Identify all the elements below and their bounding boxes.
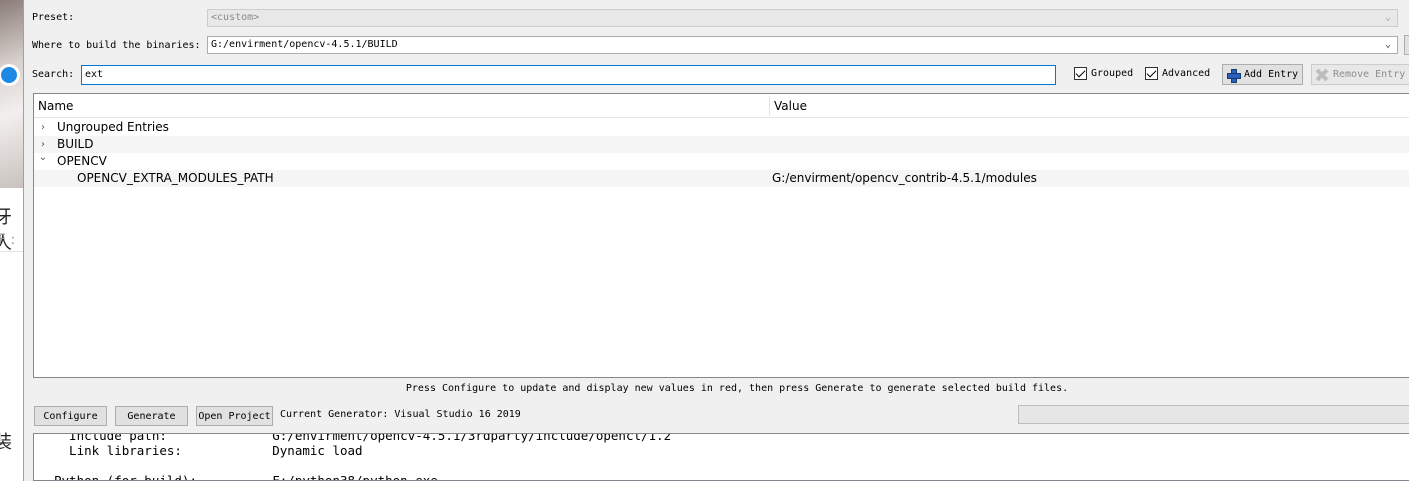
output-log[interactable]: Include path: G:/envirment/opencv-4.5.1/… xyxy=(33,433,1409,481)
generate-button[interactable]: Generate xyxy=(115,406,188,426)
cmake-window: Preset: <custom> ⌄ Where to build the bi… xyxy=(23,0,1409,481)
background-app-text: F : xyxy=(0,232,16,248)
remove-entry-label: Remove Entry xyxy=(1333,69,1406,80)
column-separator[interactable] xyxy=(769,96,770,116)
background-app-divider xyxy=(0,251,23,252)
build-dir-combo[interactable]: G:/envirment/opencv-4.5.1/BUILD ⌄ xyxy=(207,36,1398,54)
tree-row[interactable]: › Ungrouped Entries xyxy=(34,119,1409,136)
tree-row-name: OPENCV xyxy=(57,154,107,168)
chevron-right-icon[interactable]: › xyxy=(38,119,48,136)
output-line: Include path: G:/envirment/opencv-4.5.1/… xyxy=(54,433,672,443)
add-entry-button[interactable]: Add Entry xyxy=(1222,64,1303,85)
column-header-name[interactable]: Name xyxy=(38,99,73,113)
tree-row-name: OPENCV_EXTRA_MODULES_PATH xyxy=(77,171,274,185)
checkbox-checked-icon xyxy=(1074,67,1087,80)
remove-x-icon xyxy=(1315,68,1329,82)
preset-combo[interactable]: <custom> ⌄ xyxy=(207,9,1398,27)
chevron-down-icon: ⌄ xyxy=(1384,39,1392,50)
grouped-checkbox[interactable]: Grouped xyxy=(1074,67,1133,80)
remove-entry-button[interactable]: Remove Entry xyxy=(1311,64,1409,85)
grouped-label: Grouped xyxy=(1091,68,1134,79)
background-app-text: 装 xyxy=(0,432,12,453)
build-dir-label: Where to build the binaries: xyxy=(32,40,201,51)
tree-row[interactable]: › BUILD xyxy=(34,136,1409,153)
chevron-down-icon[interactable]: ⌄ xyxy=(38,149,48,166)
output-line: Python (for build): F:/python38/python.e… xyxy=(54,473,438,481)
plus-icon xyxy=(1226,68,1241,83)
tree-row-name: Ungrouped Entries xyxy=(57,120,169,134)
background-app-strip: 牙人 F : 装 xyxy=(0,0,23,481)
background-app-photo xyxy=(0,0,23,188)
configure-button[interactable]: Configure xyxy=(34,406,107,426)
open-project-button[interactable]: Open Project xyxy=(196,406,273,426)
browse-build-button[interactable] xyxy=(1404,35,1409,55)
chevron-down-icon: ⌄ xyxy=(1384,12,1392,23)
output-line: Link libraries: Dynamic load xyxy=(54,443,363,458)
search-input[interactable]: ext xyxy=(81,65,1056,85)
column-header-value[interactable]: Value xyxy=(774,99,807,113)
tree-header: Name Value xyxy=(34,94,1409,118)
checkbox-checked-icon xyxy=(1145,67,1158,80)
preset-label: Preset: xyxy=(32,12,75,23)
progress-bar xyxy=(1018,405,1409,424)
tree-row-name: BUILD xyxy=(57,137,94,151)
add-entry-label: Add Entry xyxy=(1244,69,1299,80)
cache-tree-view[interactable]: Name Value › Ungrouped Entries › BUILD ⌄… xyxy=(33,93,1409,378)
preset-value: <custom> xyxy=(211,12,260,23)
current-generator-label: Current Generator: Visual Studio 16 2019 xyxy=(280,409,521,420)
build-dir-value: G:/envirment/opencv-4.5.1/BUILD xyxy=(211,39,398,50)
advanced-checkbox[interactable]: Advanced xyxy=(1145,67,1210,80)
search-label: Search: xyxy=(32,69,75,80)
tree-row[interactable]: ⌄ OPENCV xyxy=(34,152,1409,170)
advanced-label: Advanced xyxy=(1162,68,1211,79)
tree-row[interactable]: OPENCV_EXTRA_MODULES_PATH G:/envirment/o… xyxy=(34,170,1409,187)
tree-row-value[interactable]: G:/envirment/opencv_contrib-4.5.1/module… xyxy=(772,170,1037,187)
configure-hint-text: Press Configure to update and display ne… xyxy=(405,383,1069,394)
